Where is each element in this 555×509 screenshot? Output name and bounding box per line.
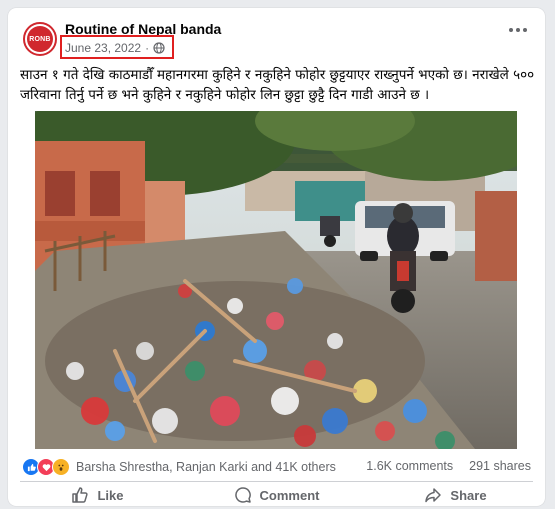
more-dots-icon[interactable] xyxy=(509,28,527,32)
share-button[interactable]: Share xyxy=(366,484,545,506)
page-avatar[interactable]: RONB xyxy=(23,22,57,56)
post-actions-bar: Like Comment Share xyxy=(8,484,545,506)
post-text: साउन १ गते देखि काठमाडौँ महानगरमा कुहिने… xyxy=(20,67,535,103)
facebook-post-card: RONB Routine of Nepal banda June 23, 202… xyxy=(8,8,545,506)
post-photo[interactable] xyxy=(35,111,517,449)
share-label: Share xyxy=(450,487,487,503)
comment-label: Comment xyxy=(259,487,320,503)
comments-count[interactable]: 1.6K comments xyxy=(366,459,453,473)
share-arrow-icon xyxy=(424,486,442,504)
reactions-summary[interactable]: Barsha Shrestha, Ranjan Karki and 41K ot… xyxy=(22,458,336,476)
garbage-street-photo xyxy=(35,111,517,449)
engagement-counts: 1.6K comments 291 shares xyxy=(366,459,531,473)
post-meta: June 23, 2022 · xyxy=(65,41,165,55)
like-label: Like xyxy=(97,487,124,503)
actions-divider xyxy=(20,481,533,482)
globe-icon xyxy=(153,42,165,54)
thumbs-up-icon xyxy=(71,486,89,504)
meta-separator: · xyxy=(145,41,150,55)
ronb-logo: RONB xyxy=(27,26,53,52)
post-date-link[interactable]: June 23, 2022 xyxy=(65,41,141,55)
reaction-names[interactable]: Barsha Shrestha, Ranjan Karki and 41K ot… xyxy=(76,460,336,474)
page-name-link[interactable]: Routine of Nepal banda xyxy=(65,21,221,37)
like-button[interactable]: Like xyxy=(8,484,187,506)
wow-reaction-icon xyxy=(52,458,70,476)
shares-count[interactable]: 291 shares xyxy=(469,459,531,473)
comment-button[interactable]: Comment xyxy=(187,484,366,506)
comment-bubble-icon xyxy=(234,486,252,504)
